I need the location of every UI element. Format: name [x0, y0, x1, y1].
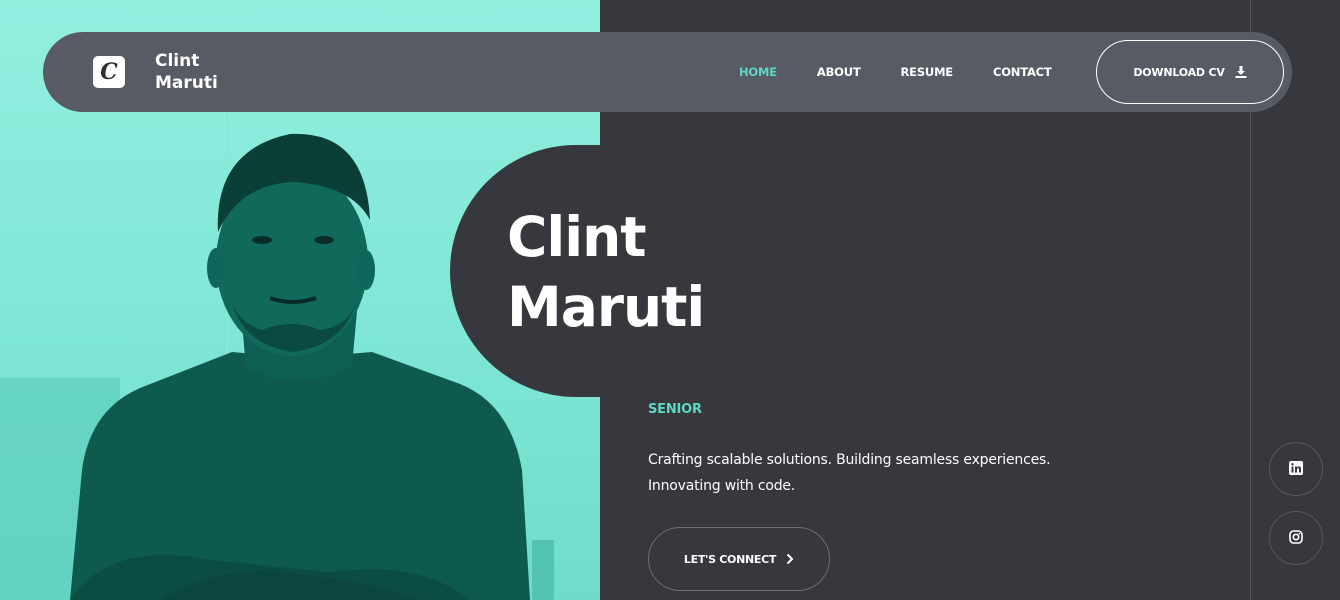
- navbar: C Clint Maruti HOME ABOUT RESUME CONTACT…: [43, 32, 1292, 112]
- lets-connect-label: LET'S CONNECT: [683, 552, 777, 566]
- instagram-icon: [1289, 529, 1303, 548]
- page: C Clint Maruti HOME ABOUT RESUME CONTACT…: [0, 0, 1340, 600]
- linkedin-button[interactable]: [1269, 442, 1323, 496]
- linkedin-icon: [1289, 460, 1303, 479]
- tagline-line: Innovating with code.: [648, 478, 796, 494]
- logo-letter: C: [100, 59, 118, 85]
- nav-menu: HOME ABOUT RESUME CONTACT: [739, 65, 1092, 79]
- nav-link-home[interactable]: HOME: [739, 65, 777, 79]
- download-cv-button[interactable]: DOWNLOAD CV: [1096, 40, 1284, 104]
- hero-name: Clint Maruti: [507, 202, 807, 342]
- nav-link-resume[interactable]: RESUME: [901, 65, 954, 79]
- role-label: SENIOR: [648, 402, 702, 417]
- tagline: Crafting scalable solutions. Building se…: [648, 447, 1088, 499]
- hero-first-name: Clint: [507, 205, 647, 269]
- brand-name-last: Maruti: [155, 73, 218, 93]
- chevron-right-icon: [786, 553, 794, 565]
- nav-link-about[interactable]: ABOUT: [817, 65, 861, 79]
- download-icon: [1235, 66, 1247, 78]
- download-cv-label: DOWNLOAD CV: [1133, 65, 1225, 79]
- logo-icon[interactable]: C: [93, 56, 125, 88]
- instagram-button[interactable]: [1269, 511, 1323, 565]
- nav-link-contact[interactable]: CONTACT: [993, 65, 1052, 79]
- hero-last-name: Maruti: [507, 275, 705, 339]
- tagline-line: Crafting scalable solutions. Building se…: [648, 452, 1051, 468]
- brand-name-first: Clint: [155, 51, 200, 71]
- brand-name[interactable]: Clint Maruti: [155, 50, 245, 94]
- lets-connect-button[interactable]: LET'S CONNECT: [648, 527, 830, 591]
